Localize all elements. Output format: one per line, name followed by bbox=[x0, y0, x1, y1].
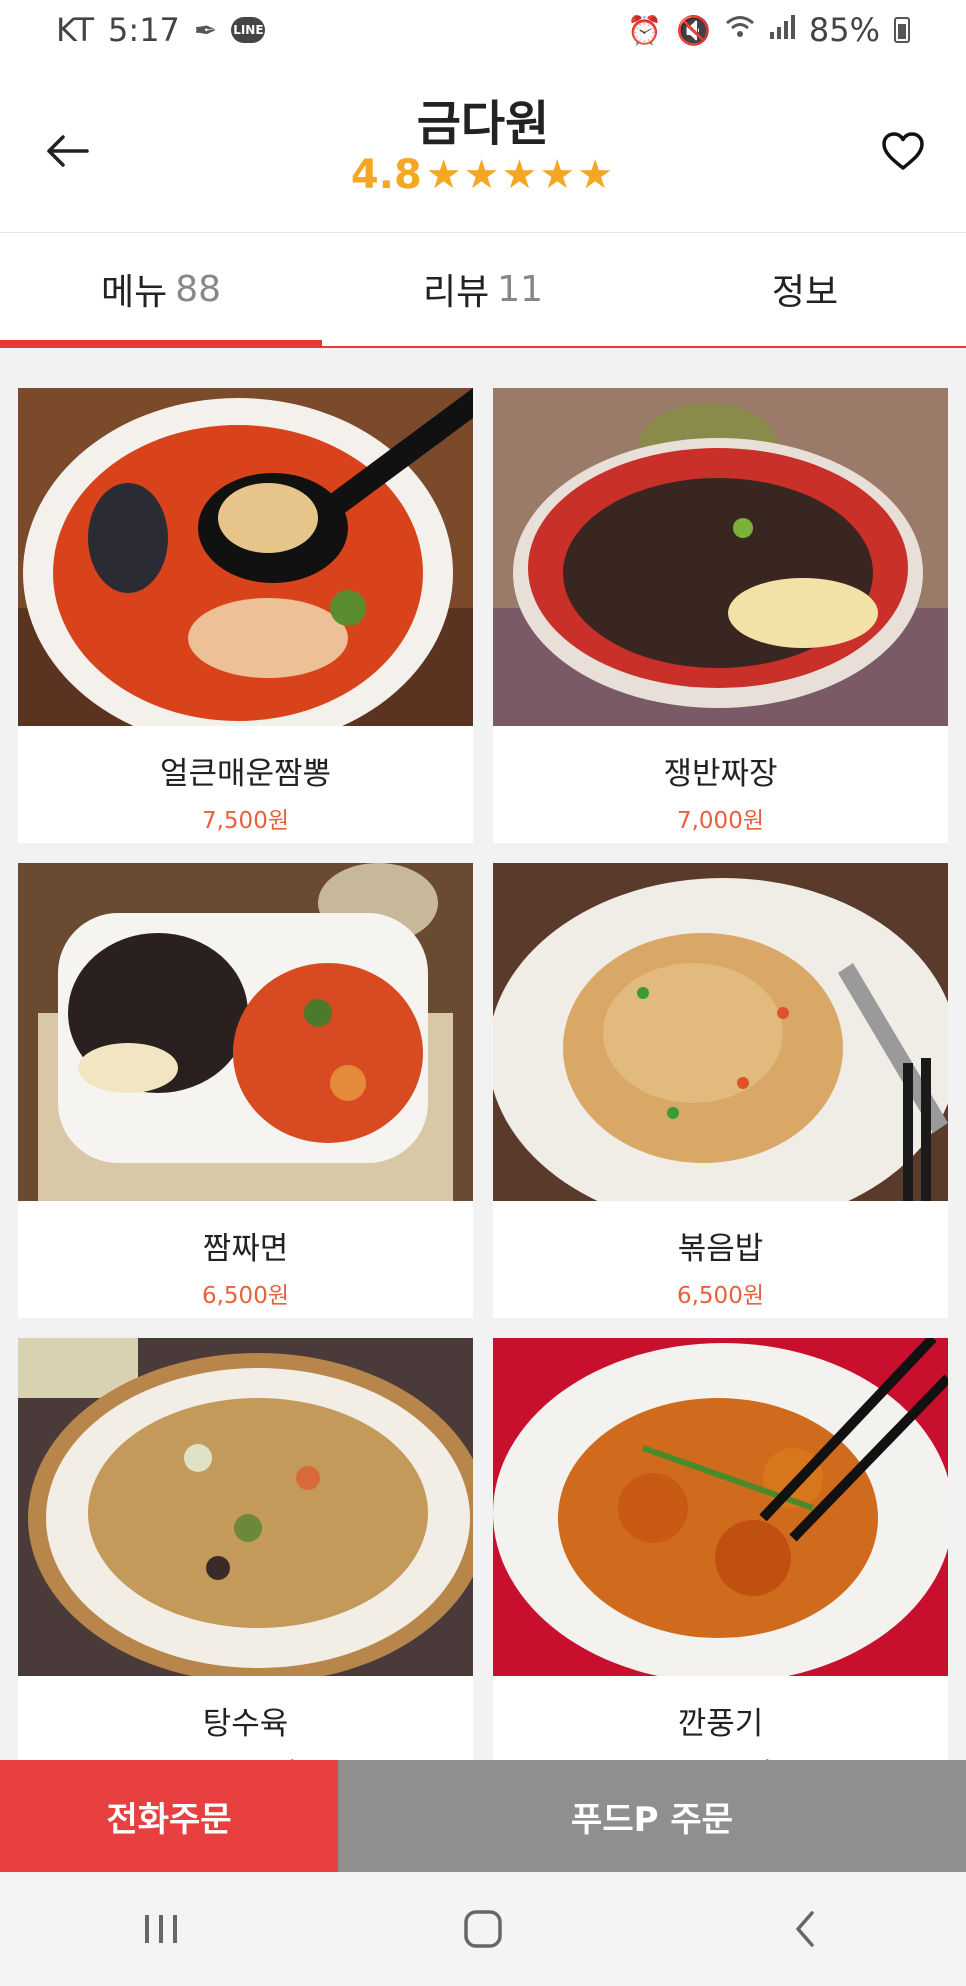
tab-review-count: 11 bbox=[497, 268, 544, 310]
tab-review-label: 리뷰 bbox=[422, 272, 490, 313]
store-header: 금다원 4.8 ★★★★★ bbox=[0, 60, 966, 232]
mute-icon: 🔇 bbox=[676, 13, 711, 47]
chevron-left-icon bbox=[796, 1911, 814, 1947]
battery-icon bbox=[894, 17, 910, 43]
status-bar: KT 5:17 ✒ LINE ⏰ 🔇 85% bbox=[0, 0, 966, 60]
menu-item-name: 깐풍기 bbox=[677, 1706, 764, 1742]
home-button[interactable] bbox=[423, 1889, 543, 1969]
menu-item-price: 6,500원 bbox=[201, 1283, 289, 1309]
tab-bar: 메뉴 88 리뷰 11 정보 bbox=[0, 232, 966, 348]
carrier-label: KT bbox=[56, 11, 95, 49]
phone-order-button[interactable]: 전화주문 bbox=[0, 1760, 338, 1872]
favorite-button[interactable] bbox=[870, 118, 936, 184]
menu-card[interactable]: 쟁반짜장 7,000원 bbox=[493, 388, 948, 843]
wifi-icon bbox=[725, 14, 755, 47]
app-order-button[interactable]: 푸드P 주문 bbox=[338, 1760, 966, 1872]
alarm-icon: ⏰ bbox=[627, 13, 662, 47]
menu-item-price: 6,500원 bbox=[676, 1283, 764, 1309]
menu-photo-fried-rice bbox=[493, 863, 948, 1201]
menu-item-name: 얼큰매운짬뽕 bbox=[159, 756, 332, 792]
menu-card[interactable]: 볶음밥 6,500원 bbox=[493, 863, 948, 1318]
store-title: 금다원 bbox=[416, 96, 550, 152]
quill-icon: ✒ bbox=[193, 13, 218, 47]
menu-photo-jjamppong bbox=[18, 388, 473, 726]
menu-photo-kkanpunggi bbox=[493, 1338, 948, 1676]
system-back-button[interactable] bbox=[745, 1889, 865, 1969]
tab-menu[interactable]: 메뉴 88 bbox=[0, 233, 322, 345]
menu-item-name: 볶음밥 bbox=[677, 1231, 764, 1267]
menu-item-price: 7,000원 bbox=[676, 808, 764, 834]
battery-percent: 85% bbox=[808, 11, 880, 49]
tab-review[interactable]: 리뷰 11 bbox=[322, 233, 644, 345]
store-rating: 4.8 ★★★★★ bbox=[0, 152, 966, 198]
menu-card[interactable]: 탕수육 20,000원 bbox=[18, 1338, 473, 1793]
signal-icon bbox=[769, 14, 795, 47]
menu-photo-tangsuyuk bbox=[18, 1338, 473, 1676]
menu-photo-jjamjjamyeon bbox=[18, 863, 473, 1201]
tab-menu-label: 메뉴 bbox=[100, 272, 168, 313]
menu-card[interactable]: 짬짜면 6,500원 bbox=[18, 863, 473, 1318]
heart-outline-icon bbox=[882, 132, 924, 170]
recent-apps-icon bbox=[145, 1915, 177, 1943]
line-app-icon: LINE bbox=[231, 17, 266, 43]
menu-photo-jaengban-jjajang bbox=[493, 388, 948, 726]
tab-info-label: 정보 bbox=[771, 272, 839, 313]
rating-value: 4.8 bbox=[350, 152, 422, 198]
system-nav-bar bbox=[0, 1872, 966, 1986]
menu-card[interactable]: 얼큰매운짬뽕 7,500원 bbox=[18, 388, 473, 843]
active-tab-indicator bbox=[0, 340, 322, 348]
home-icon bbox=[464, 1910, 502, 1948]
menu-grid: 얼큰매운짬뽕 7,500원 쟁반짜장 7,000원 짬짜면 6,500원 볶음밥… bbox=[18, 388, 948, 1793]
menu-card[interactable]: 깐풍기 29,000원 bbox=[493, 1338, 948, 1793]
menu-item-name: 짬짜면 bbox=[202, 1231, 289, 1267]
tab-menu-count: 88 bbox=[175, 268, 222, 310]
star-rating-icons: ★★★★★ bbox=[425, 152, 616, 198]
order-bar: 전화주문 푸드P 주문 bbox=[0, 1760, 966, 1872]
menu-item-name: 탕수육 bbox=[202, 1706, 289, 1742]
tab-info[interactable]: 정보 bbox=[644, 233, 966, 345]
clock: 5:17 bbox=[108, 11, 180, 49]
recent-apps-button[interactable] bbox=[101, 1889, 221, 1969]
menu-item-price: 7,500원 bbox=[201, 808, 289, 834]
menu-item-name: 쟁반짜장 bbox=[663, 756, 778, 792]
